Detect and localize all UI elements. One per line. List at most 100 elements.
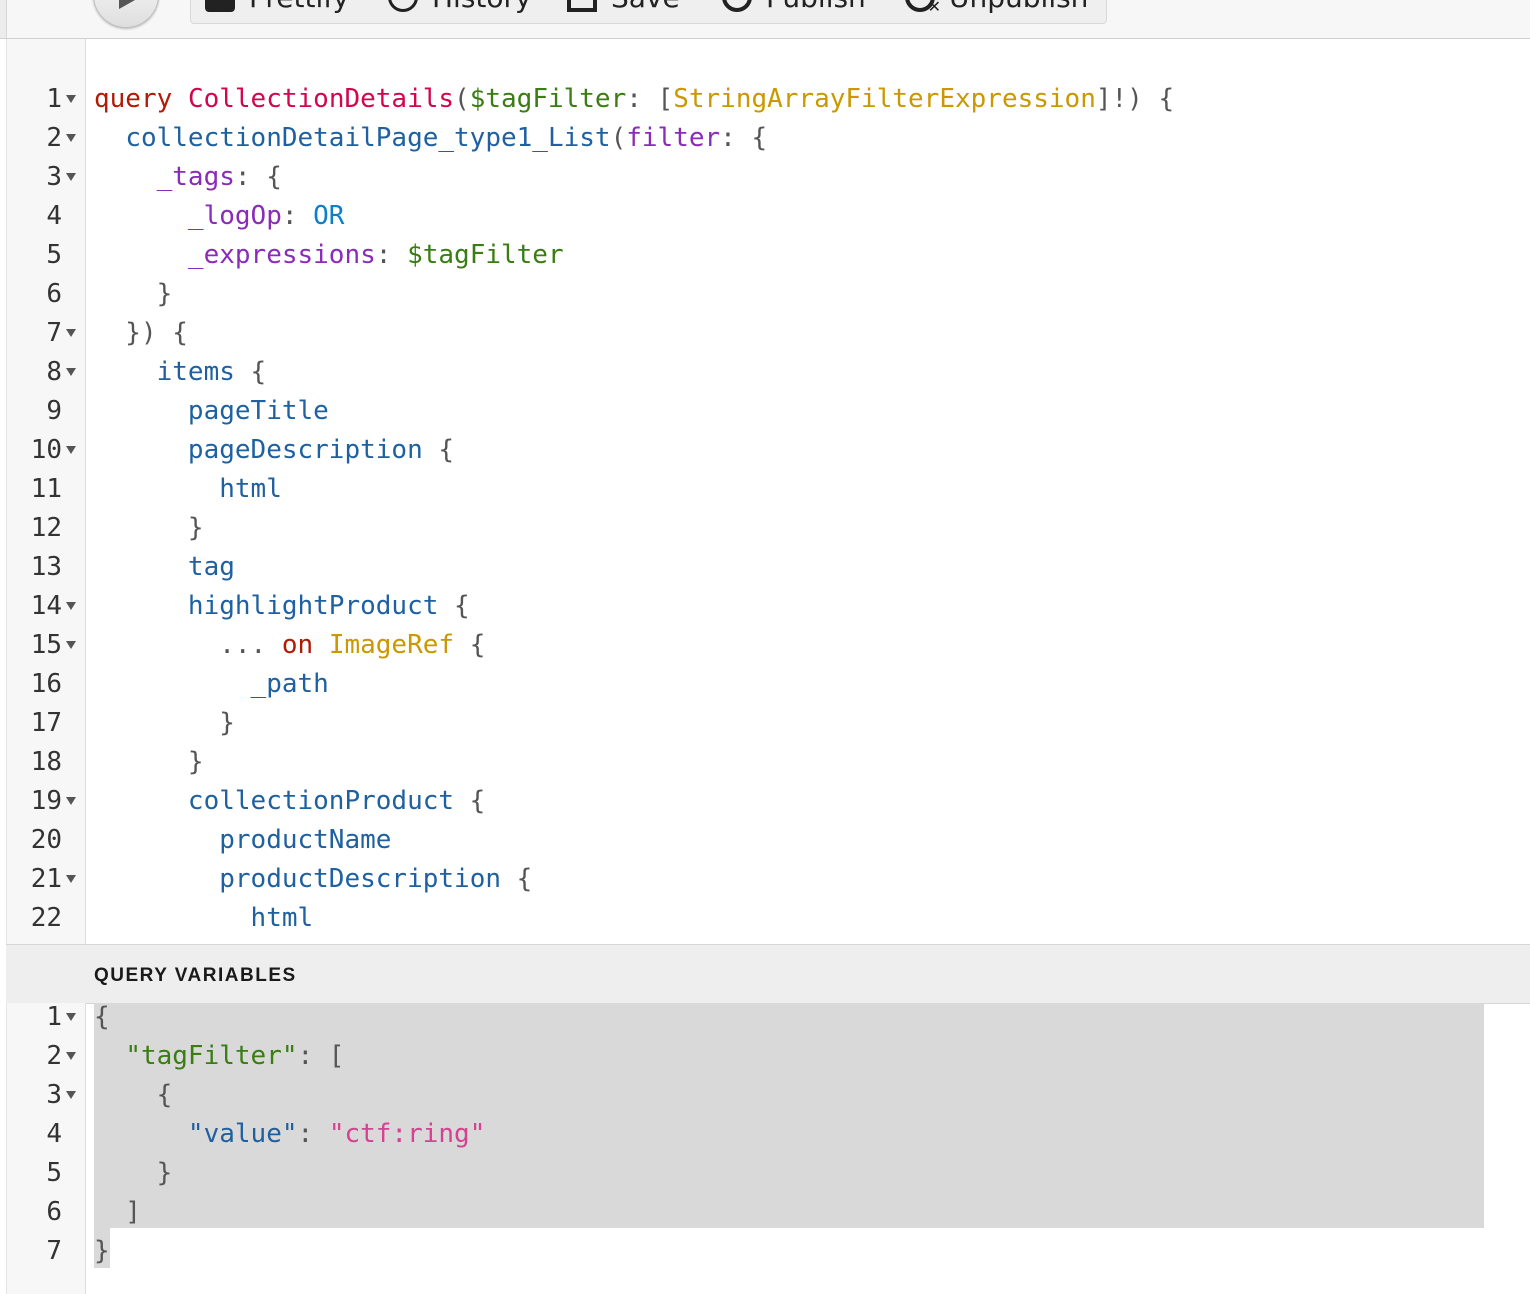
fold-arrow-icon[interactable] [66, 797, 76, 805]
query-editor[interactable]: 1 query CollectionDetails($tagFilter: [St… [0, 39, 1530, 944]
code-text: query CollectionDetails($tagFilter: [Str… [94, 80, 1174, 119]
code-token-attr: _tags [156, 162, 235, 192]
variables-line[interactable]: 6 ] [0, 1193, 1530, 1232]
code-token-punc [94, 123, 125, 153]
code-text: _tags: { [94, 158, 282, 197]
variables-line[interactable]: 4 "value": "ctf:ring" [0, 1115, 1530, 1154]
history-icon [388, 0, 418, 12]
query-line[interactable]: 11 html [0, 470, 1530, 509]
fold-arrow-icon[interactable] [66, 1052, 76, 1060]
prettify-label: Prettify [249, 0, 349, 14]
query-line[interactable]: 15 ... on ImageRef { [0, 626, 1530, 665]
code-token-kw: on [281, 630, 314, 660]
query-line[interactable]: 10 pageDescription { [0, 431, 1530, 470]
code-token-punc [94, 357, 157, 387]
fold-arrow-icon[interactable] [66, 641, 76, 649]
code-token-punc [94, 396, 188, 426]
fold-arrow-icon[interactable] [66, 173, 76, 181]
query-line[interactable]: 20 productName [0, 821, 1530, 860]
query-line[interactable]: 21 productDescription { [0, 860, 1530, 899]
code-text: } [94, 743, 204, 782]
publish-icon [722, 0, 752, 12]
query-line[interactable]: 13 tag [0, 548, 1530, 587]
code-token-punc [94, 552, 188, 582]
play-icon [119, 0, 135, 9]
query-code[interactable]: 1 query CollectionDetails($tagFilter: [St… [0, 80, 1530, 938]
code-text: items { [94, 353, 267, 392]
code-token-attr: _logOp [187, 201, 282, 231]
line-number: 2 [46, 1041, 62, 1071]
unpublish-button[interactable]: Unpublish [905, 0, 1088, 16]
variables-code[interactable]: 1{2 "tagFilter": [3 {4 "value": "ctf:rin… [0, 998, 1530, 1271]
fold-arrow-icon[interactable] [66, 875, 76, 883]
line-number: 3 [46, 162, 62, 192]
line-number: 18 [30, 747, 62, 777]
save-button[interactable]: Save [567, 0, 680, 14]
query-line[interactable]: 9 pageTitle [0, 392, 1530, 431]
query-line[interactable]: 19 collectionProduct { [0, 782, 1530, 821]
line-number: 14 [30, 591, 62, 621]
query-line[interactable]: 17 } [0, 704, 1530, 743]
variables-editor[interactable]: 1 {2 "tagFilter": [3 {4 "value": "ctf:rin… [0, 1002, 1530, 1294]
code-text: productDescription { [94, 860, 532, 899]
run-query-button[interactable] [93, 0, 159, 28]
code-token-punc: { [94, 1080, 173, 1110]
fold-arrow-icon[interactable] [66, 602, 76, 610]
fold-arrow-icon[interactable] [66, 446, 76, 454]
code-token-punc [94, 591, 188, 621]
variables-line[interactable]: 7} [0, 1232, 1530, 1271]
code-token-punc: } [94, 279, 173, 309]
query-line[interactable]: 6 } [0, 275, 1530, 314]
code-token-prop: tag [187, 552, 235, 582]
code-text: _expressions: $tagFilter [94, 236, 564, 275]
query-line[interactable]: 14 highlightProduct { [0, 587, 1530, 626]
save-label: Save [611, 0, 680, 14]
query-line[interactable]: 18 } [0, 743, 1530, 782]
code-token-prop: pageDescription [187, 435, 423, 465]
code-token-jkey: "tagFilter" [125, 1041, 298, 1071]
query-line[interactable]: 5 _expressions: $tagFilter [0, 236, 1530, 275]
line-number: 6 [46, 279, 62, 309]
variables-line[interactable]: 1{ [0, 998, 1530, 1037]
fold-arrow-icon[interactable] [66, 134, 76, 142]
line-number: 10 [30, 435, 62, 465]
query-line[interactable]: 22 html [0, 899, 1530, 938]
publish-button[interactable]: Publish [722, 0, 866, 14]
code-token-punc [94, 1119, 188, 1149]
query-line[interactable]: 3 _tags: { [0, 158, 1530, 197]
code-text: } [94, 275, 173, 314]
line-number: 2 [46, 123, 62, 153]
code-token-punc: ]!) { [1095, 84, 1175, 114]
query-line[interactable]: 1 query CollectionDetails($tagFilter: [St… [0, 80, 1530, 119]
code-token-punc: } [94, 708, 235, 738]
line-number: 16 [30, 669, 62, 699]
toolbar-edge [0, 0, 7, 38]
variables-line[interactable]: 3 { [0, 1076, 1530, 1115]
code-token-prop: items [156, 357, 235, 387]
code-text: html [94, 470, 282, 509]
line-number: 12 [30, 513, 62, 543]
line-number: 1 [46, 1002, 62, 1032]
query-variables-header[interactable]: QUERY VARIABLES [6, 944, 1530, 1004]
code-token-prop: productName [219, 825, 392, 855]
query-variables-title: QUERY VARIABLES [94, 965, 297, 986]
code-token-var: $tagFilter [469, 84, 627, 114]
fold-arrow-icon[interactable] [66, 95, 76, 103]
query-line[interactable]: 12 } [0, 509, 1530, 548]
query-line[interactable]: 2 collectionDetailPage_type1_List(filter… [0, 119, 1530, 158]
query-line[interactable]: 16 _path [0, 665, 1530, 704]
fold-arrow-icon[interactable] [66, 368, 76, 376]
code-token-prop: _path [250, 669, 329, 699]
line-number: 8 [46, 357, 62, 387]
history-button[interactable]: History [388, 0, 532, 14]
code-token-punc: } [94, 513, 204, 543]
fold-arrow-icon[interactable] [66, 1091, 76, 1099]
query-line[interactable]: 4 _logOp: OR [0, 197, 1530, 236]
prettify-button[interactable]: Prettify [205, 0, 349, 14]
fold-arrow-icon[interactable] [66, 1013, 76, 1021]
query-line[interactable]: 8 items { [0, 353, 1530, 392]
fold-arrow-icon[interactable] [66, 329, 76, 337]
query-line[interactable]: 7 }) { [0, 314, 1530, 353]
variables-line[interactable]: 5 } [0, 1154, 1530, 1193]
variables-line[interactable]: 2 "tagFilter": [ [0, 1037, 1530, 1076]
